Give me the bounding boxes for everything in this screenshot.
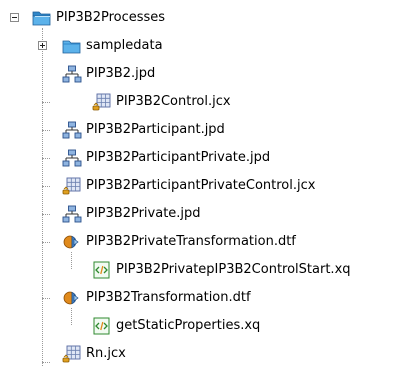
tree-item-label: PIP3B2ParticipantPrivate.jpd bbox=[86, 150, 271, 165]
control-icon bbox=[92, 92, 112, 112]
tree-item-file[interactable]: PIP3B2Private.jpd bbox=[0, 200, 400, 228]
control-icon bbox=[62, 344, 82, 364]
tree-item-file[interactable]: PIP3B2PrivatepIP3B2ControlStart.xq bbox=[0, 256, 400, 284]
control-icon bbox=[62, 176, 82, 196]
process-icon bbox=[62, 120, 82, 140]
process-icon bbox=[62, 64, 82, 84]
xquery-icon bbox=[92, 316, 112, 336]
folder-icon bbox=[62, 36, 82, 56]
tree-item-root[interactable]: PIP3B2Processes bbox=[0, 4, 400, 32]
project-tree: PIP3B2Processes sampledata PIP3B2.jpd PI… bbox=[0, 0, 406, 374]
tree-item-file[interactable]: Rn.jcx bbox=[0, 340, 400, 368]
tree-item-label: Rn.jcx bbox=[86, 346, 126, 361]
tree-item-file[interactable]: PIP3B2PrivateTransformation.dtf bbox=[0, 228, 400, 256]
tree-item-file[interactable]: PIP3B2Control.jcx bbox=[0, 88, 400, 116]
collapse-toggle[interactable] bbox=[10, 13, 19, 22]
tree-item-file[interactable]: PIP3B2Transformation.dtf bbox=[0, 284, 400, 312]
tree-item-label: PIP3B2ParticipantPrivateControl.jcx bbox=[86, 178, 316, 193]
tree-item-label: PIP3B2PrivateTransformation.dtf bbox=[86, 234, 296, 249]
process-icon bbox=[62, 204, 82, 224]
tree-item-label: PIP3B2.jpd bbox=[86, 66, 156, 81]
tree-item-label: PIP3B2Processes bbox=[56, 10, 166, 25]
folder-open-icon bbox=[32, 8, 52, 28]
tree-item-file[interactable]: PIP3B2ParticipantPrivate.jpd bbox=[0, 144, 400, 172]
tree-item-label: PIP3B2Control.jcx bbox=[116, 94, 231, 109]
tree-item-label: PIP3B2PrivatepIP3B2ControlStart.xq bbox=[116, 262, 351, 277]
tree-item-label: getStaticProperties.xq bbox=[116, 318, 261, 333]
transformation-icon bbox=[62, 232, 82, 252]
tree-item-label: PIP3B2Participant.jpd bbox=[86, 122, 225, 137]
tree-item-label: sampledata bbox=[86, 38, 163, 53]
tree-item-file[interactable]: PIP3B2ParticipantPrivateControl.jcx bbox=[0, 172, 400, 200]
tree-item-label: PIP3B2Transformation.dtf bbox=[86, 290, 251, 305]
tree-item-file[interactable]: getStaticProperties.xq bbox=[0, 312, 400, 340]
expand-toggle[interactable] bbox=[38, 41, 47, 50]
tree-item-file[interactable]: PIP3B2Participant.jpd bbox=[0, 116, 400, 144]
xquery-icon bbox=[92, 260, 112, 280]
tree-item-label: PIP3B2Private.jpd bbox=[86, 206, 201, 221]
tree-item-file[interactable]: PIP3B2.jpd bbox=[0, 60, 400, 88]
transformation-icon bbox=[62, 288, 82, 308]
process-icon bbox=[62, 148, 82, 168]
tree-item-folder[interactable]: sampledata bbox=[0, 32, 400, 60]
